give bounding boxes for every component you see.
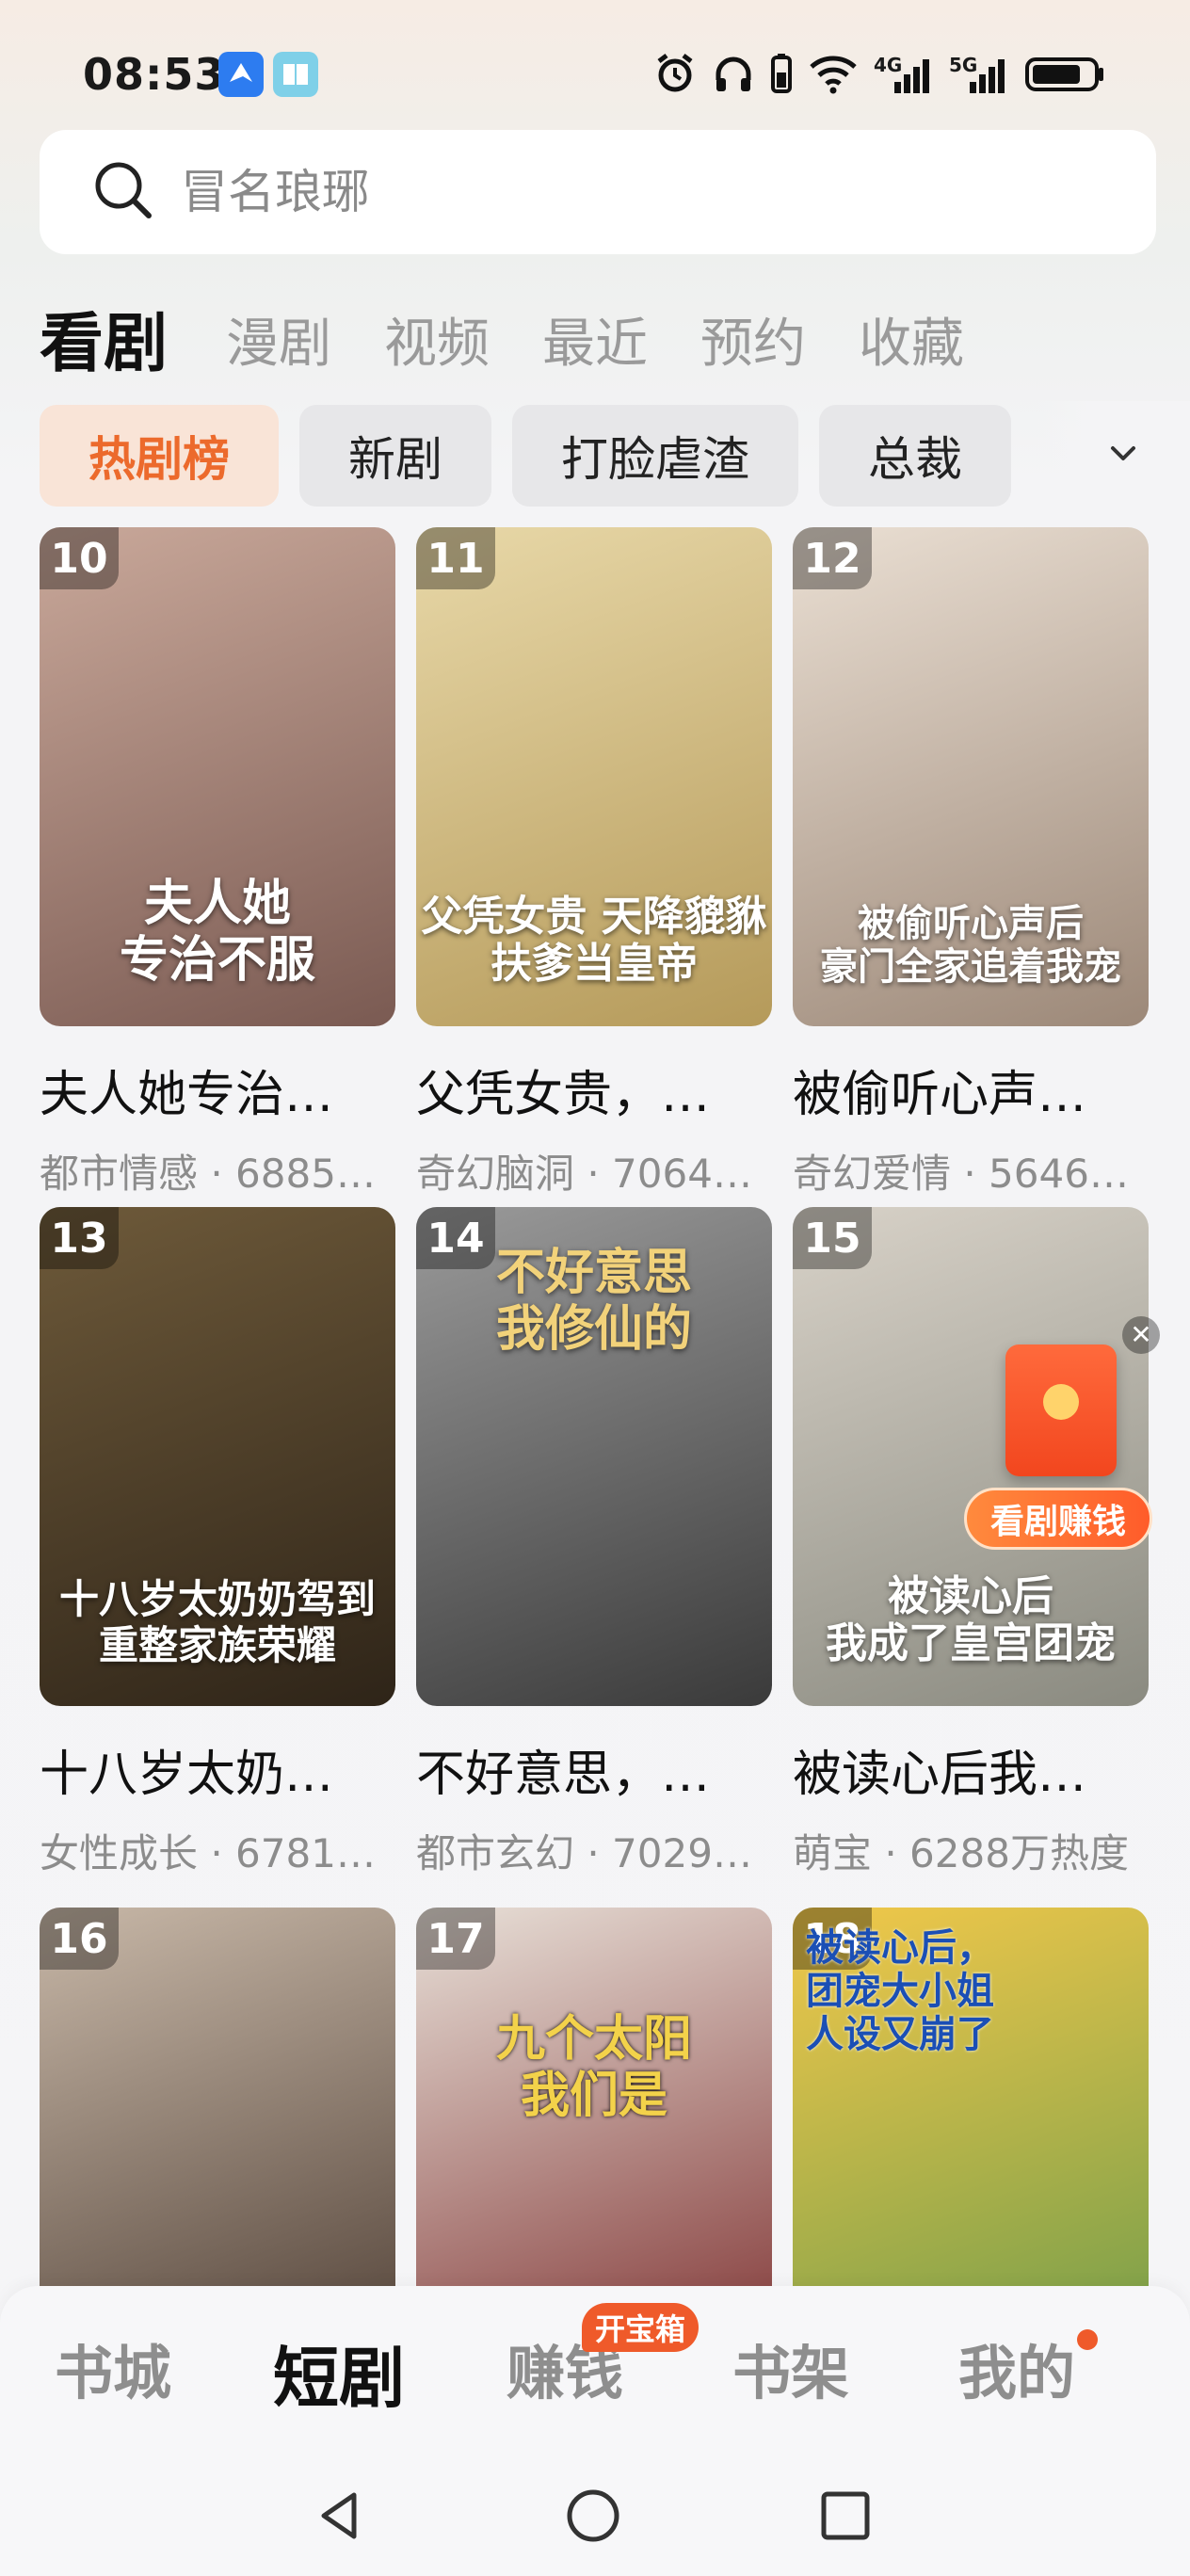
poster-title-art: 不好意思 我修仙的 <box>495 1244 692 1358</box>
small-battery-icon <box>770 52 793 99</box>
notification-app-icon <box>218 52 264 97</box>
chip-face-slap[interactable]: 打脸虐渣 <box>512 405 798 507</box>
search-input[interactable] <box>181 165 1028 219</box>
tab-watch[interactable]: 看剧 <box>40 313 168 377</box>
nav-profile[interactable]: 我的 <box>904 2326 1130 2421</box>
drama-meta: 都市玄幻 · 7029… <box>416 1830 752 1876</box>
bottom-navigation: 书城 短剧 赚钱 开宝箱 书架 我的 <box>0 2286 1190 2576</box>
drama-card[interactable]: 11 父凭女贵 天降貔貅 扶爹当皇帝 父凭女贵，… 奇幻脑洞 · 7064… <box>416 527 772 1199</box>
drama-meta: 萌宝 · 6288万热度 <box>793 1830 1129 1876</box>
signal-5g-icon: 5G <box>949 54 1009 97</box>
drama-title[interactable]: 不好意思，… <box>416 1734 772 1805</box>
poster-title-art: 九个太阳 我们是 <box>495 2010 692 2125</box>
tab-recent[interactable]: 最近 <box>542 318 648 377</box>
drama-card[interactable]: 18 被读心后， 团宠大小姐 人设又崩了 <box>793 1908 1149 2288</box>
tab-video[interactable]: 视频 <box>384 318 490 377</box>
filter-chips: 热剧榜 新剧 打脸虐渣 总裁 <box>40 405 1011 507</box>
red-envelope-icon[interactable] <box>1005 1344 1117 1476</box>
nav-label: 短剧 <box>273 2340 405 2417</box>
reward-label[interactable]: 看剧赚钱 <box>964 1488 1152 1550</box>
tab-favorites[interactable]: 收藏 <box>859 318 964 377</box>
drama-card[interactable]: 16 <box>40 1908 395 2288</box>
system-navigation <box>0 2486 1190 2552</box>
drama-poster[interactable]: 11 父凭女贵 天降貔貅 扶爹当皇帝 <box>416 527 772 1026</box>
nav-label: 我的 <box>957 2339 1075 2407</box>
drama-poster[interactable]: 18 被读心后， 团宠大小姐 人设又崩了 <box>793 1908 1149 2288</box>
back-icon[interactable] <box>311 2486 371 2550</box>
poster-title-art: 父凭女贵 天降貔貅 扶爹当皇帝 <box>421 892 767 989</box>
nav-label: 书城 <box>54 2339 171 2407</box>
recents-icon[interactable] <box>815 2486 876 2550</box>
drama-poster[interactable]: 14 不好意思 我修仙的 <box>416 1207 772 1706</box>
rank-badge: 11 <box>416 527 495 589</box>
nav-short-drama[interactable]: 短剧 <box>226 2326 452 2421</box>
rank-badge: 15 <box>793 1207 872 1269</box>
chip-new[interactable]: 新剧 <box>299 405 491 507</box>
drama-poster[interactable]: 12 被偷听心声后 豪门全家追着我宠 <box>793 527 1149 1026</box>
nav-earn[interactable]: 赚钱 开宝箱 <box>452 2303 700 2421</box>
drama-poster[interactable]: 13 十八岁太奶奶驾到 重整家族荣耀 <box>40 1207 395 1706</box>
search-bar[interactable] <box>40 130 1156 254</box>
notification-dot <box>1077 2329 1098 2350</box>
drama-card[interactable]: 13 十八岁太奶奶驾到 重整家族荣耀 十八岁太奶… 女性成长 · 6781… <box>40 1207 395 1879</box>
drama-meta: 奇幻爱情 · 5646… <box>793 1151 1129 1197</box>
book-app-icon <box>273 52 318 97</box>
status-bar: 08:53 4G 5G <box>0 0 1190 141</box>
poster-title-art: 夫人她 专治不服 <box>119 875 315 990</box>
drama-poster[interactable]: 17 九个太阳 我们是 <box>416 1908 772 2288</box>
drama-title[interactable]: 被读心后我… <box>793 1734 1149 1805</box>
drama-poster[interactable]: 16 <box>40 1908 395 2288</box>
alarm-icon <box>653 52 697 99</box>
nav-bookshelf[interactable]: 书架 <box>678 2326 904 2421</box>
nav-bookstore[interactable]: 书城 <box>0 2326 226 2421</box>
search-icon <box>92 159 154 225</box>
signal-4g-icon: 4G <box>874 54 934 97</box>
chip-ceo[interactable]: 总裁 <box>819 405 1011 507</box>
drama-title[interactable]: 夫人她专治… <box>40 1055 395 1125</box>
poster-title-art: 被偷听心声后 豪门全家追着我宠 <box>820 901 1121 989</box>
rank-badge: 10 <box>40 527 119 589</box>
tab-comic-drama[interactable]: 漫剧 <box>226 318 331 377</box>
nav-label: 书架 <box>732 2339 849 2407</box>
home-icon[interactable] <box>563 2486 623 2550</box>
chevron-down-icon <box>1100 446 1147 480</box>
drama-title[interactable]: 父凭女贵，… <box>416 1055 772 1125</box>
poster-title-art: 被读心后， 团宠大小姐 人设又崩了 <box>806 1925 994 2056</box>
headphones-icon <box>712 52 755 99</box>
rank-badge: 12 <box>793 527 872 589</box>
drama-card[interactable]: 17 九个太阳 我们是 <box>416 1908 772 2288</box>
drama-meta: 奇幻脑洞 · 7064… <box>416 1151 752 1197</box>
drama-card[interactable]: 14 不好意思 我修仙的 不好意思，… 都市玄幻 · 7029… <box>416 1207 772 1879</box>
status-time: 08:53 <box>83 49 226 100</box>
drama-poster[interactable]: 10 夫人她 专治不服 <box>40 527 395 1026</box>
chip-hot-ranking[interactable]: 热剧榜 <box>40 405 279 507</box>
rank-badge: 16 <box>40 1908 119 1970</box>
drama-card[interactable]: 12 被偷听心声后 豪门全家追着我宠 被偷听心声… 奇幻爱情 · 5646… <box>793 527 1149 1199</box>
drama-title[interactable]: 十八岁太奶… <box>40 1734 395 1805</box>
expand-chips-button[interactable] <box>1100 429 1147 476</box>
tab-reservation[interactable]: 预约 <box>700 318 806 377</box>
drama-meta: 都市情感 · 6885… <box>40 1151 376 1197</box>
drama-card[interactable]: 10 夫人她 专治不服 夫人她专治… 都市情感 · 6885… <box>40 527 395 1199</box>
poster-title-art: 被读心后 我成了皇宫团宠 <box>826 1571 1116 1668</box>
poster-title-art: 十八岁太奶奶驾到 重整家族荣耀 <box>58 1576 376 1668</box>
close-icon[interactable]: ✕ <box>1122 1316 1160 1354</box>
rank-badge: 17 <box>416 1908 495 1970</box>
drama-meta: 女性成长 · 6781… <box>40 1830 376 1876</box>
drama-title[interactable]: 被偷听心声… <box>793 1055 1149 1125</box>
wifi-icon <box>808 52 859 99</box>
reward-widget[interactable]: ✕ 看剧赚钱 <box>960 1316 1160 1580</box>
battery-icon <box>1024 52 1105 99</box>
content-tabs: 看剧 漫剧 视频 最近 预约 收藏 <box>40 282 1017 377</box>
rank-badge: 13 <box>40 1207 119 1269</box>
